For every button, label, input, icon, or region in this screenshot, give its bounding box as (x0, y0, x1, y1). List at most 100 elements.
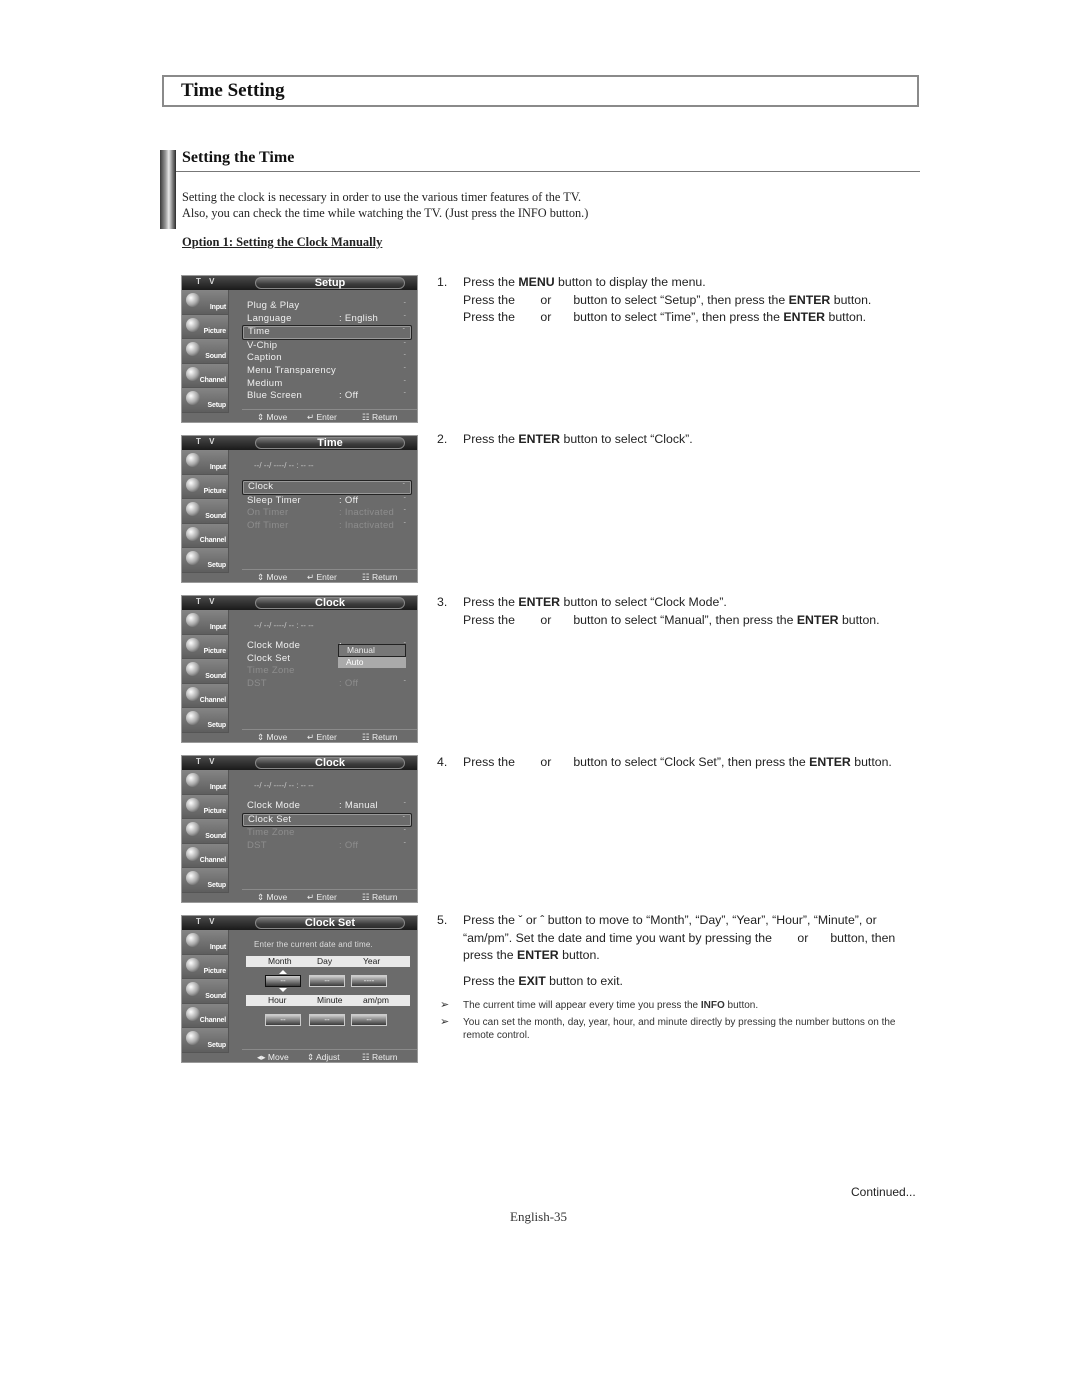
note-arrow-icon: ➢ (440, 1016, 450, 1028)
menu-item-value: : English (339, 312, 379, 324)
footer-return: ☷ Return (362, 1052, 398, 1062)
tv-header: T V Setup (182, 276, 417, 290)
day-field[interactable]: -- (309, 975, 345, 987)
input-icon (186, 453, 200, 467)
sidebar-item-picture[interactable]: Picture (182, 954, 229, 979)
clock-mode-dropdown[interactable]: Manual Auto (338, 644, 406, 668)
year-field[interactable]: ---- (351, 975, 387, 987)
step-2: 2. Press the ENTER button to select “Cloc… (437, 431, 693, 449)
clock-set-prompt: Enter the current date and time. (254, 940, 373, 949)
sidebar-item-sound[interactable]: Sound (182, 339, 229, 364)
field-label-hour: Hour (268, 995, 287, 1005)
dropdown-option-manual[interactable]: Manual (338, 644, 406, 657)
chevron-right-icon: ˆ (402, 329, 405, 336)
sidebar-item-setup[interactable]: Setup (182, 548, 229, 573)
chevron-right-icon: ˆ (403, 303, 406, 309)
step-number: 1. (437, 275, 448, 289)
setup-icon (186, 391, 200, 405)
up-arrow-icon (279, 970, 287, 974)
sidebar-item-sound[interactable]: Sound (182, 819, 229, 844)
sidebar-item-label: Input (209, 943, 226, 951)
intro-line: Also, you can check the time while watch… (182, 206, 589, 220)
sidebar-item-picture[interactable]: Picture (182, 474, 229, 499)
menu-item-blue-screen[interactable]: Blue Screen: Off ˆ (242, 390, 412, 403)
menu-item-label: DST (247, 677, 267, 689)
sidebar-item-channel[interactable]: Channel (182, 1003, 229, 1028)
menu-item-label: Language (247, 312, 292, 324)
menu-item-caption[interactable]: Caption ˆ (242, 352, 412, 365)
chevron-right-icon: ˆ (403, 355, 406, 362)
menu-item-plug-play[interactable]: Plug & Play ˆ (242, 300, 412, 313)
menu-item-label: Sleep Timer (247, 494, 301, 506)
sound-icon (186, 502, 200, 516)
sidebar-item-input[interactable]: Input (182, 450, 229, 475)
sidebar-item-sound[interactable]: Sound (182, 979, 229, 1004)
tv-label: T V (196, 277, 218, 286)
tv-screen-time: T V Time Input Picture Sound Channel Setup ⇕ Mo… (181, 435, 418, 583)
input-icon (186, 773, 200, 787)
sound-icon (186, 342, 200, 356)
menu-item-label: Caption (247, 352, 282, 364)
sidebar-item-label: Sound (205, 672, 226, 680)
month-field[interactable]: -- (265, 975, 301, 987)
footer-return: ☷ Return (362, 732, 398, 742)
menu-item-value: : Off (339, 677, 359, 689)
button-name: EXIT (518, 973, 546, 988)
note-info: ➢ The current time will appear every time… (440, 999, 923, 1012)
menu-item-sleep-timer[interactable]: Sleep Timer: Off ˆ (242, 495, 412, 508)
menu-item-label: On Timer (247, 507, 289, 519)
dropdown-option-auto[interactable]: Auto (338, 657, 406, 668)
ampm-field[interactable]: -- (351, 1014, 387, 1026)
sidebar-item-input[interactable]: Input (182, 770, 229, 795)
chevron-right-icon: ˆ (403, 522, 406, 529)
minute-field[interactable]: -- (309, 1014, 345, 1026)
menu-list: Plug & Play ˆ Language: English ˆ Time ˆ V-Chi… (242, 300, 412, 403)
menu-item-language[interactable]: Language: English ˆ (242, 313, 412, 326)
sidebar-item-label: Setup (207, 881, 227, 889)
menu-item-clock[interactable]: Clock ˆ (242, 480, 412, 495)
sidebar-item-setup[interactable]: Setup (182, 868, 229, 893)
sidebar-item-input[interactable]: Input (182, 290, 229, 315)
sidebar-item-label: Channel (199, 1017, 226, 1024)
sidebar-item-sound[interactable]: Sound (182, 659, 229, 684)
sidebar-item-picture[interactable]: Picture (182, 314, 229, 339)
menu-title: Clock (255, 757, 405, 769)
sidebar-item-picture[interactable]: Picture (182, 634, 229, 659)
sidebar-item-input[interactable]: Input (182, 610, 229, 635)
sidebar-item-channel[interactable]: Channel (182, 363, 229, 388)
sidebar-item-input[interactable]: Input (182, 930, 229, 955)
sidebar-item-label: Input (209, 623, 226, 631)
menu-title: Clock (255, 597, 405, 609)
field-label-month: Month (268, 956, 292, 966)
channel-icon (186, 846, 200, 861)
field-label-ampm: am/pm (363, 995, 389, 1005)
sidebar-item-channel[interactable]: Channel (182, 683, 229, 708)
footer-move: ⇕ Move (257, 572, 288, 582)
chevron-right-icon: ˆ (402, 484, 405, 490)
menu-item-v-chip[interactable]: V-Chip ˆ (242, 340, 412, 353)
chevron-right-icon: ˆ (403, 497, 406, 504)
note-number-buttons: ➢ You can set the month, day, year, hour,… (440, 1016, 923, 1042)
menu-item-value: : Manual (339, 800, 378, 811)
sidebar-item-sound[interactable]: Sound (182, 499, 229, 524)
menu-item-clock-mode[interactable]: Clock Mode: Manual ˆ (242, 800, 412, 813)
sidebar-item-channel[interactable]: Channel (182, 843, 229, 868)
menu-item-on-timer: On Timer: Inactivated ˆ (242, 507, 412, 520)
input-icon (186, 613, 200, 627)
date-time-readout: --/ --/ ----/ -- : -- -- (254, 781, 314, 790)
menu-item-time-zone: Time Zone ˆ (242, 827, 412, 840)
sidebar-item-setup[interactable]: Setup (182, 388, 229, 413)
step-text: Press the ENTER button to select “Clock”… (463, 431, 693, 449)
continued-label: Continued... (851, 1185, 916, 1199)
sidebar-item-setup[interactable]: Setup (182, 1028, 229, 1053)
hour-field[interactable]: -- (265, 1014, 301, 1026)
sidebar-item-channel[interactable]: Channel (182, 523, 229, 548)
menu-item-medium[interactable]: Medium ˆ (242, 378, 412, 391)
sidebar-item-setup[interactable]: Setup (182, 708, 229, 733)
date-time-readout: --/ --/ ----/ -- : -- -- (254, 621, 314, 630)
menu-item-clock-set[interactable]: Clock Set ˆ (242, 812, 412, 828)
chevron-right-icon: ˆ (403, 393, 406, 400)
sidebar-item-picture[interactable]: Picture (182, 794, 229, 819)
menu-item-menu-transparency[interactable]: Menu Transparency ˆ (242, 365, 412, 378)
menu-item-time[interactable]: Time ˆ (242, 325, 412, 340)
